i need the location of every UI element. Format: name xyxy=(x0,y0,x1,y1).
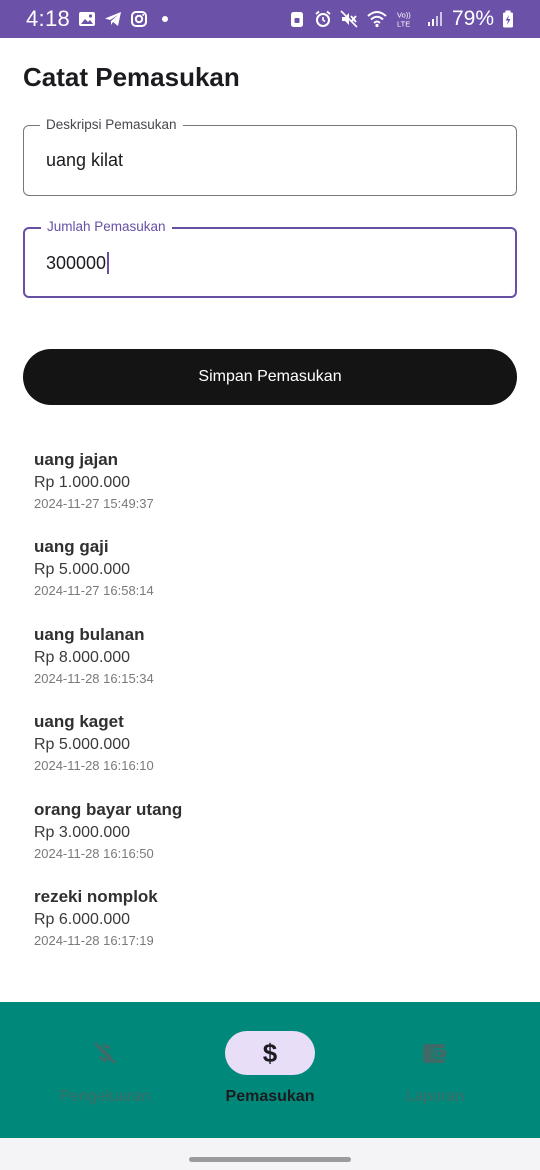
description-value: uang kilat xyxy=(46,150,124,170)
item-amount: Rp 5.000.000 xyxy=(34,561,131,578)
status-right: Vo)) LTE 79% xyxy=(288,0,514,38)
item-amount: Rp 6.000.000 xyxy=(34,911,131,928)
svg-text:$: $ xyxy=(263,1039,278,1067)
telegram-icon xyxy=(105,12,122,26)
status-bar: 4:18 Vo)) LTE 79% xyxy=(0,0,540,38)
text-cursor xyxy=(107,252,110,274)
nav-item-pengeluaran[interactable]: $ Pengeluaran xyxy=(15,1002,195,1138)
bottom-navigation: $ Pengeluaran $ Pemasukan Laporan xyxy=(0,1002,540,1138)
status-left: 4:18 xyxy=(26,0,169,38)
instagram-icon xyxy=(131,11,148,27)
item-amount: Rp 1.000.000 xyxy=(34,474,131,491)
nav-pill: $ xyxy=(60,1031,150,1075)
item-date: 2024-11-27 16:58:14 xyxy=(34,583,154,598)
dollar-icon: $ xyxy=(263,1039,278,1067)
list-item: uang bulanan Rp 8.000.000 2024-11-28 16:… xyxy=(34,624,514,688)
item-date: 2024-11-28 16:17:19 xyxy=(34,933,154,948)
signal-icon xyxy=(427,12,442,26)
item-description: orang bayar utang xyxy=(34,800,183,819)
status-time: 4:18 xyxy=(26,6,71,31)
wallet-icon xyxy=(423,1044,448,1063)
list-item: uang kaget Rp 5.000.000 2024-11-28 16:16… xyxy=(34,711,514,775)
income-list[interactable]: uang jajan Rp 1.000.000 2024-11-27 15:49… xyxy=(0,436,540,980)
battery-percent: 79% xyxy=(451,7,494,30)
item-date: 2024-11-28 16:16:50 xyxy=(34,846,154,861)
nav-pill-active: $ xyxy=(225,1031,315,1075)
nav-label: Pemasukan xyxy=(225,1088,315,1105)
notification-dot xyxy=(162,16,169,22)
page-title: Catat Pemasukan xyxy=(23,62,240,92)
nav-label: Pengeluaran xyxy=(59,1088,151,1105)
item-amount: Rp 3.000.000 xyxy=(34,824,131,841)
amount-field-label: Jumlah Pemasukan xyxy=(41,219,172,235)
nav-item-laporan[interactable]: Laporan xyxy=(345,1002,525,1138)
amount-input[interactable]: 300000 xyxy=(46,252,110,274)
list-item: uang jajan Rp 1.000.000 2024-11-27 15:49… xyxy=(34,449,514,513)
home-gesture-handle[interactable] xyxy=(189,1157,351,1162)
nav-item-pemasukan[interactable]: $ Pemasukan xyxy=(180,1002,360,1138)
alarm-icon xyxy=(315,10,331,27)
item-date: 2024-11-28 16:16:10 xyxy=(34,758,154,773)
battery-icon xyxy=(503,10,513,28)
list-item: uang gaji Rp 5.000.000 2024-11-27 16:58:… xyxy=(34,536,514,600)
lock-icon xyxy=(290,12,303,27)
list-item: orang bayar utang Rp 3.000.000 2024-11-2… xyxy=(34,799,514,863)
nav-label: Laporan xyxy=(405,1088,465,1105)
item-date: 2024-11-28 16:15:34 xyxy=(34,671,154,686)
svg-text:Vo)): Vo)) xyxy=(397,11,411,20)
list-item: rezeki nomplok Rp 6.000.000 2024-11-28 1… xyxy=(34,886,514,950)
save-income-button[interactable]: Simpan Pemasukan xyxy=(23,349,517,405)
item-description: uang bulanan xyxy=(34,625,145,644)
nav-pill xyxy=(390,1031,480,1075)
gesture-area xyxy=(0,1138,540,1170)
description-field[interactable]: Deskripsi Pemasukan uang kilat xyxy=(23,117,517,196)
mute-icon xyxy=(340,10,358,28)
wifi-icon xyxy=(367,11,387,28)
item-description: rezeki nomplok xyxy=(34,887,158,906)
item-amount: Rp 8.000.000 xyxy=(34,649,131,666)
money-off-icon: $ xyxy=(93,1040,118,1067)
item-description: uang gaji xyxy=(34,537,109,556)
svg-text:LTE: LTE xyxy=(397,20,410,29)
description-field-label: Deskripsi Pemasukan xyxy=(40,117,183,133)
volte-icon: Vo)) LTE xyxy=(397,11,411,29)
item-amount: Rp 5.000.000 xyxy=(34,736,131,753)
item-description: uang kaget xyxy=(34,712,124,731)
amount-field[interactable]: Jumlah Pemasukan 300000 xyxy=(23,219,517,298)
item-description: uang jajan xyxy=(34,450,119,469)
amount-value: 300000 xyxy=(46,252,107,273)
gallery-icon xyxy=(79,12,96,26)
item-date: 2024-11-27 15:49:37 xyxy=(34,496,154,511)
description-input[interactable]: uang kilat xyxy=(46,150,123,171)
